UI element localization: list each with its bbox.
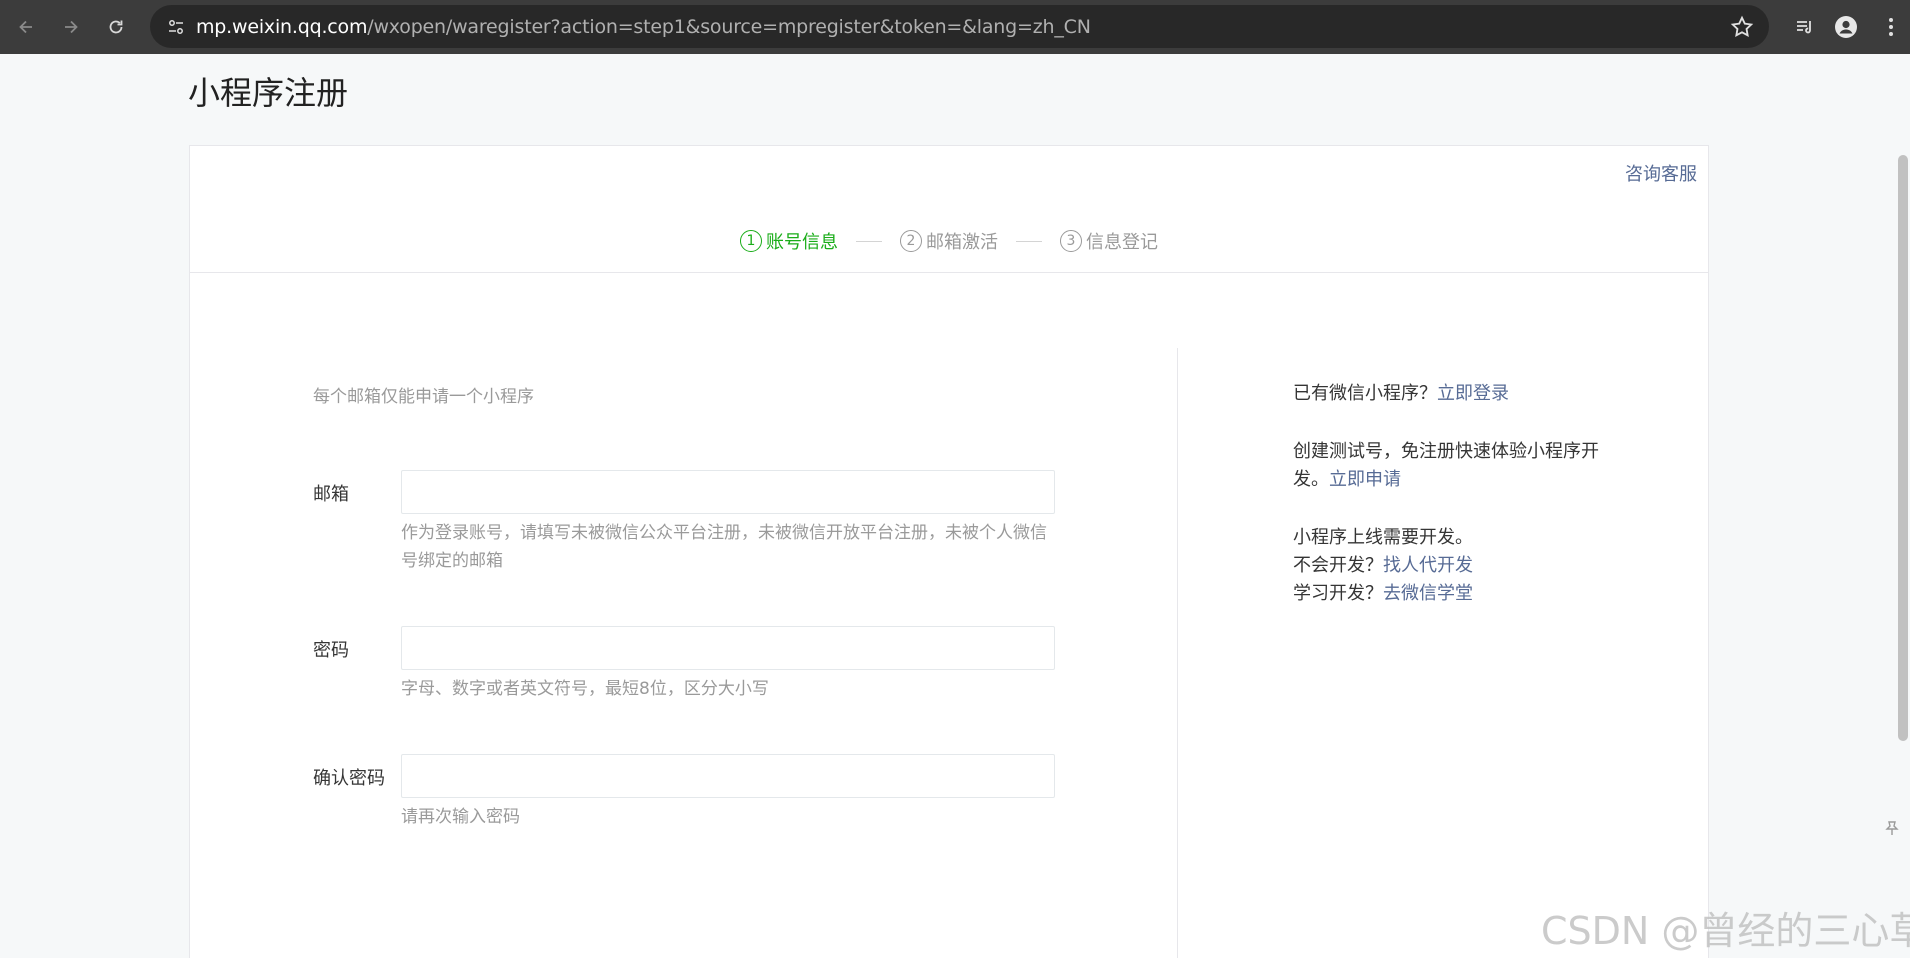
url-path: /wxopen/waregister?action=step1&source=m…: [367, 16, 1091, 38]
reading-list-icon: [1797, 21, 1811, 34]
test-account-prompt: 创建测试号，免注册快速体验小程序开发。立即申请: [1293, 438, 1603, 494]
csdn-watermark: CSDN @曾经的三心草: [1541, 909, 1910, 953]
back-button[interactable]: [10, 11, 42, 43]
confirm-password-label: 确认密码: [313, 768, 385, 789]
apply-test-link[interactable]: 立即申请: [1329, 469, 1401, 490]
learn-dev-row: 学习开发？去微信学堂: [1293, 580, 1613, 608]
step-number: 2: [900, 230, 922, 252]
login-prompt: 已有微信小程序？立即登录: [1293, 380, 1613, 408]
register-card: 咨询客服 1 账号信息 2 邮箱激活 3 信息登记 每个邮箱仅能申请一个小程序 …: [189, 145, 1709, 958]
page-title: 小程序注册: [188, 74, 349, 112]
dev-prompt: 小程序上线需要开发。 不会开发？找人代开发 学习开发？去微信学堂: [1293, 524, 1613, 608]
site-info-button[interactable]: [162, 13, 190, 41]
step-label: 邮箱激活: [926, 232, 998, 253]
step-label: 账号信息: [766, 232, 838, 253]
form-tip: 每个邮箱仅能申请一个小程序: [313, 387, 534, 407]
password-label: 密码: [313, 640, 349, 661]
step-indicator: 1 账号信息 2 邮箱激活 3 信息登记: [190, 226, 1708, 256]
bookmark-star-icon[interactable]: [1729, 14, 1755, 40]
page-scrollbar[interactable]: [1898, 155, 1908, 741]
reading-list-button[interactable]: [1789, 11, 1821, 43]
password-field[interactable]: [401, 626, 1055, 670]
header-divider: [190, 272, 1708, 273]
more-icon: [1889, 18, 1893, 36]
login-prefix: 已有微信小程序？: [1293, 383, 1437, 404]
profile-button[interactable]: [1830, 11, 1862, 43]
profile-icon: [1835, 16, 1857, 38]
step-number: 3: [1060, 230, 1082, 252]
step-email-activation: 2 邮箱激活: [900, 228, 998, 254]
browser-toolbar: mp.weixin.qq.com/wxopen/waregister?actio…: [0, 0, 1910, 54]
email-field[interactable]: [401, 470, 1055, 514]
url-text[interactable]: mp.weixin.qq.com/wxopen/waregister?actio…: [196, 16, 1091, 38]
learn-dev-prefix: 学习开发？: [1293, 583, 1383, 604]
weixin-academy-link[interactable]: 去微信学堂: [1383, 583, 1473, 604]
reload-button[interactable]: [100, 11, 132, 43]
step-separator: [856, 240, 882, 242]
login-link[interactable]: 立即登录: [1437, 383, 1509, 404]
email-hint: 作为登录账号，请填写未被微信公众平台注册，未被微信开放平台注册，未被个人微信号绑…: [401, 523, 1047, 571]
column-divider: [1177, 348, 1178, 958]
forward-button[interactable]: [55, 11, 87, 43]
more-menu-button[interactable]: [1875, 11, 1907, 43]
password-hint: 字母、数字或者英文符号，最短8位，区分大小写: [401, 679, 769, 699]
find-dev-prefix: 不会开发？: [1293, 555, 1383, 576]
dev-line: 小程序上线需要开发。: [1293, 527, 1473, 548]
confirm-password-hint: 请再次输入密码: [401, 807, 520, 827]
reload-icon: [109, 20, 123, 34]
url-host: mp.weixin.qq.com: [196, 16, 368, 38]
step-separator: [1016, 240, 1042, 242]
pin-icon: [1885, 821, 1899, 835]
forward-icon: [65, 20, 78, 34]
step-label: 信息登记: [1086, 232, 1158, 253]
back-icon: [19, 20, 32, 34]
email-label: 邮箱: [313, 484, 349, 505]
find-dev-row: 不会开发？找人代开发: [1293, 552, 1613, 580]
consult-service-link[interactable]: 咨询客服: [1625, 160, 1697, 186]
step-account-info: 1 账号信息: [740, 228, 838, 254]
address-bar[interactable]: mp.weixin.qq.com/wxopen/waregister?actio…: [150, 5, 1769, 48]
step-info-registration: 3 信息登记: [1060, 228, 1158, 254]
site-info-icon: [169, 20, 183, 34]
step-number: 1: [740, 230, 762, 252]
confirm-password-field[interactable]: [401, 754, 1055, 798]
find-developer-link[interactable]: 找人代开发: [1383, 555, 1473, 576]
